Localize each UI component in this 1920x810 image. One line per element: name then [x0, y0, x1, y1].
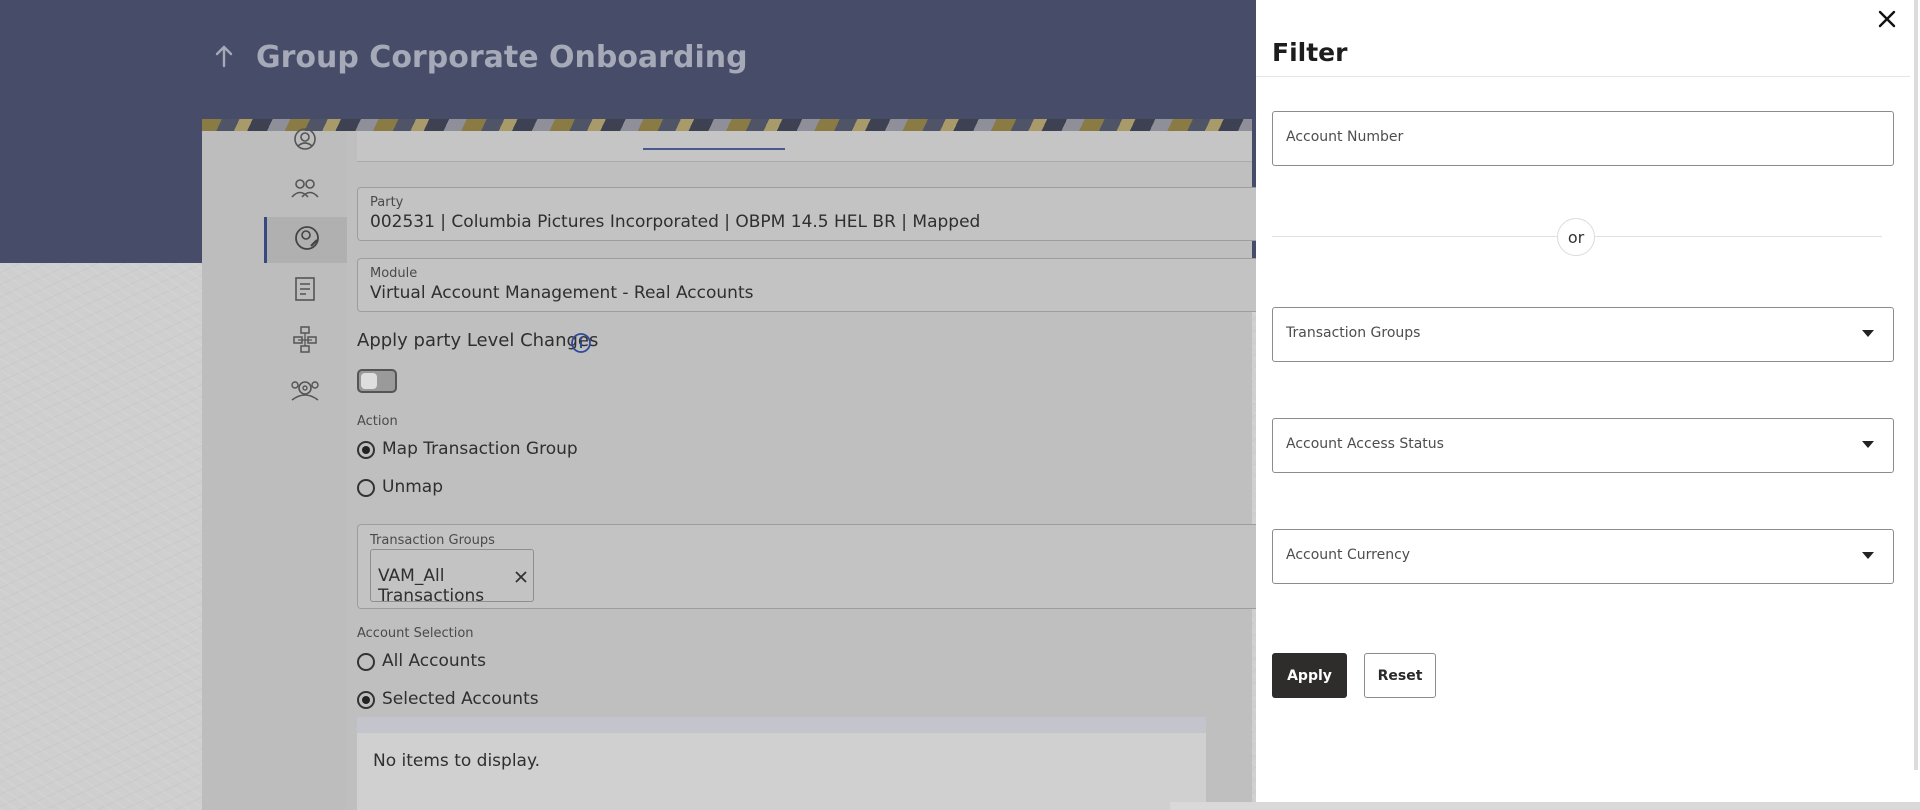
transaction-groups-select[interactable]: Transaction Groups — [1272, 307, 1894, 362]
radio-unmap[interactable] — [357, 479, 375, 497]
or-separator: or — [1557, 218, 1595, 256]
module-field[interactable]: Module Virtual Account Management - Real… — [357, 258, 1259, 312]
bottom-scrollbar[interactable] — [1170, 802, 1920, 810]
transaction-groups-select-label: Transaction Groups — [1286, 325, 1421, 341]
radio-map-transaction-group-label: Map Transaction Group — [382, 439, 578, 459]
users-icon — [290, 175, 320, 205]
close-icon[interactable] — [515, 568, 527, 587]
chevron-down-icon — [1862, 330, 1874, 337]
panel-divider — [1256, 76, 1910, 77]
party-value: 002531 | Columbia Pictures Incorporated … — [370, 212, 981, 232]
scrollbar-thumb[interactable] — [1914, 0, 1918, 770]
radio-unmap-label: Unmap — [382, 477, 443, 497]
radio-all-accounts[interactable] — [357, 653, 375, 671]
account-access-status-select[interactable]: Account Access Status — [1272, 418, 1894, 473]
transaction-group-chip: VAM_All Transactions — [370, 549, 534, 606]
account-currency-select[interactable]: Account Currency — [1272, 529, 1894, 584]
account-number-input[interactable]: Account Number — [1272, 111, 1894, 166]
radio-selected-accounts-label: Selected Accounts — [382, 689, 539, 709]
nav-item-edit-user[interactable] — [264, 217, 347, 263]
table-empty-text: No items to display. — [373, 751, 541, 771]
chevron-down-icon — [1862, 441, 1874, 448]
panel-scrollbar[interactable] — [1910, 0, 1920, 802]
radio-selected-accounts[interactable] — [357, 691, 375, 709]
nav-item-profile[interactable] — [265, 118, 345, 164]
chip-label: VAM_All Transactions — [378, 566, 485, 606]
group-gear-icon — [290, 376, 320, 408]
module-label: Module — [370, 266, 418, 281]
account-currency-label: Account Currency — [1286, 547, 1411, 563]
account-access-status-label: Account Access Status — [1286, 436, 1444, 452]
module-value: Virtual Account Management - Real Accoun… — [370, 283, 754, 303]
account-number-label: Account Number — [1286, 129, 1404, 145]
party-label: Party — [370, 195, 404, 210]
workflow-icon — [292, 325, 318, 357]
radio-map-transaction-group[interactable] — [357, 441, 375, 459]
tab-strip — [357, 131, 1252, 162]
transaction-groups-label: Transaction Groups — [370, 533, 495, 548]
user-edit-icon — [293, 224, 321, 256]
document-grid-icon — [292, 275, 318, 307]
nav-item-users[interactable] — [265, 167, 345, 213]
user-circle-icon — [292, 126, 318, 156]
filter-title: Filter — [1272, 38, 1348, 67]
chevron-down-icon — [1862, 552, 1874, 559]
page-title: Group Corporate Onboarding — [256, 40, 748, 75]
reset-button[interactable]: Reset — [1364, 653, 1436, 698]
close-icon — [1874, 10, 1900, 36]
action-label: Action — [357, 414, 398, 429]
close-button[interactable] — [1874, 6, 1900, 32]
toggle-knob — [361, 373, 377, 389]
info-icon[interactable] — [570, 332, 592, 358]
nav-item-group-settings[interactable] — [265, 369, 345, 415]
nav-item-workflow[interactable] — [265, 318, 345, 364]
or-text: or — [1567, 227, 1585, 247]
active-tab-indicator — [643, 148, 785, 150]
radio-all-accounts-label: All Accounts — [382, 651, 486, 671]
apply-party-level-label: Apply party Level Changes — [357, 330, 599, 351]
account-selection-label: Account Selection — [357, 626, 474, 641]
apply-party-level-toggle[interactable] — [357, 369, 397, 393]
nav-item-documents[interactable] — [265, 268, 345, 314]
party-field[interactable]: Party 002531 | Columbia Pictures Incorpo… — [357, 187, 1259, 241]
accounts-table-header — [357, 717, 1206, 733]
apply-button[interactable]: Apply — [1272, 653, 1347, 698]
arrow-up-icon[interactable] — [210, 42, 238, 70]
